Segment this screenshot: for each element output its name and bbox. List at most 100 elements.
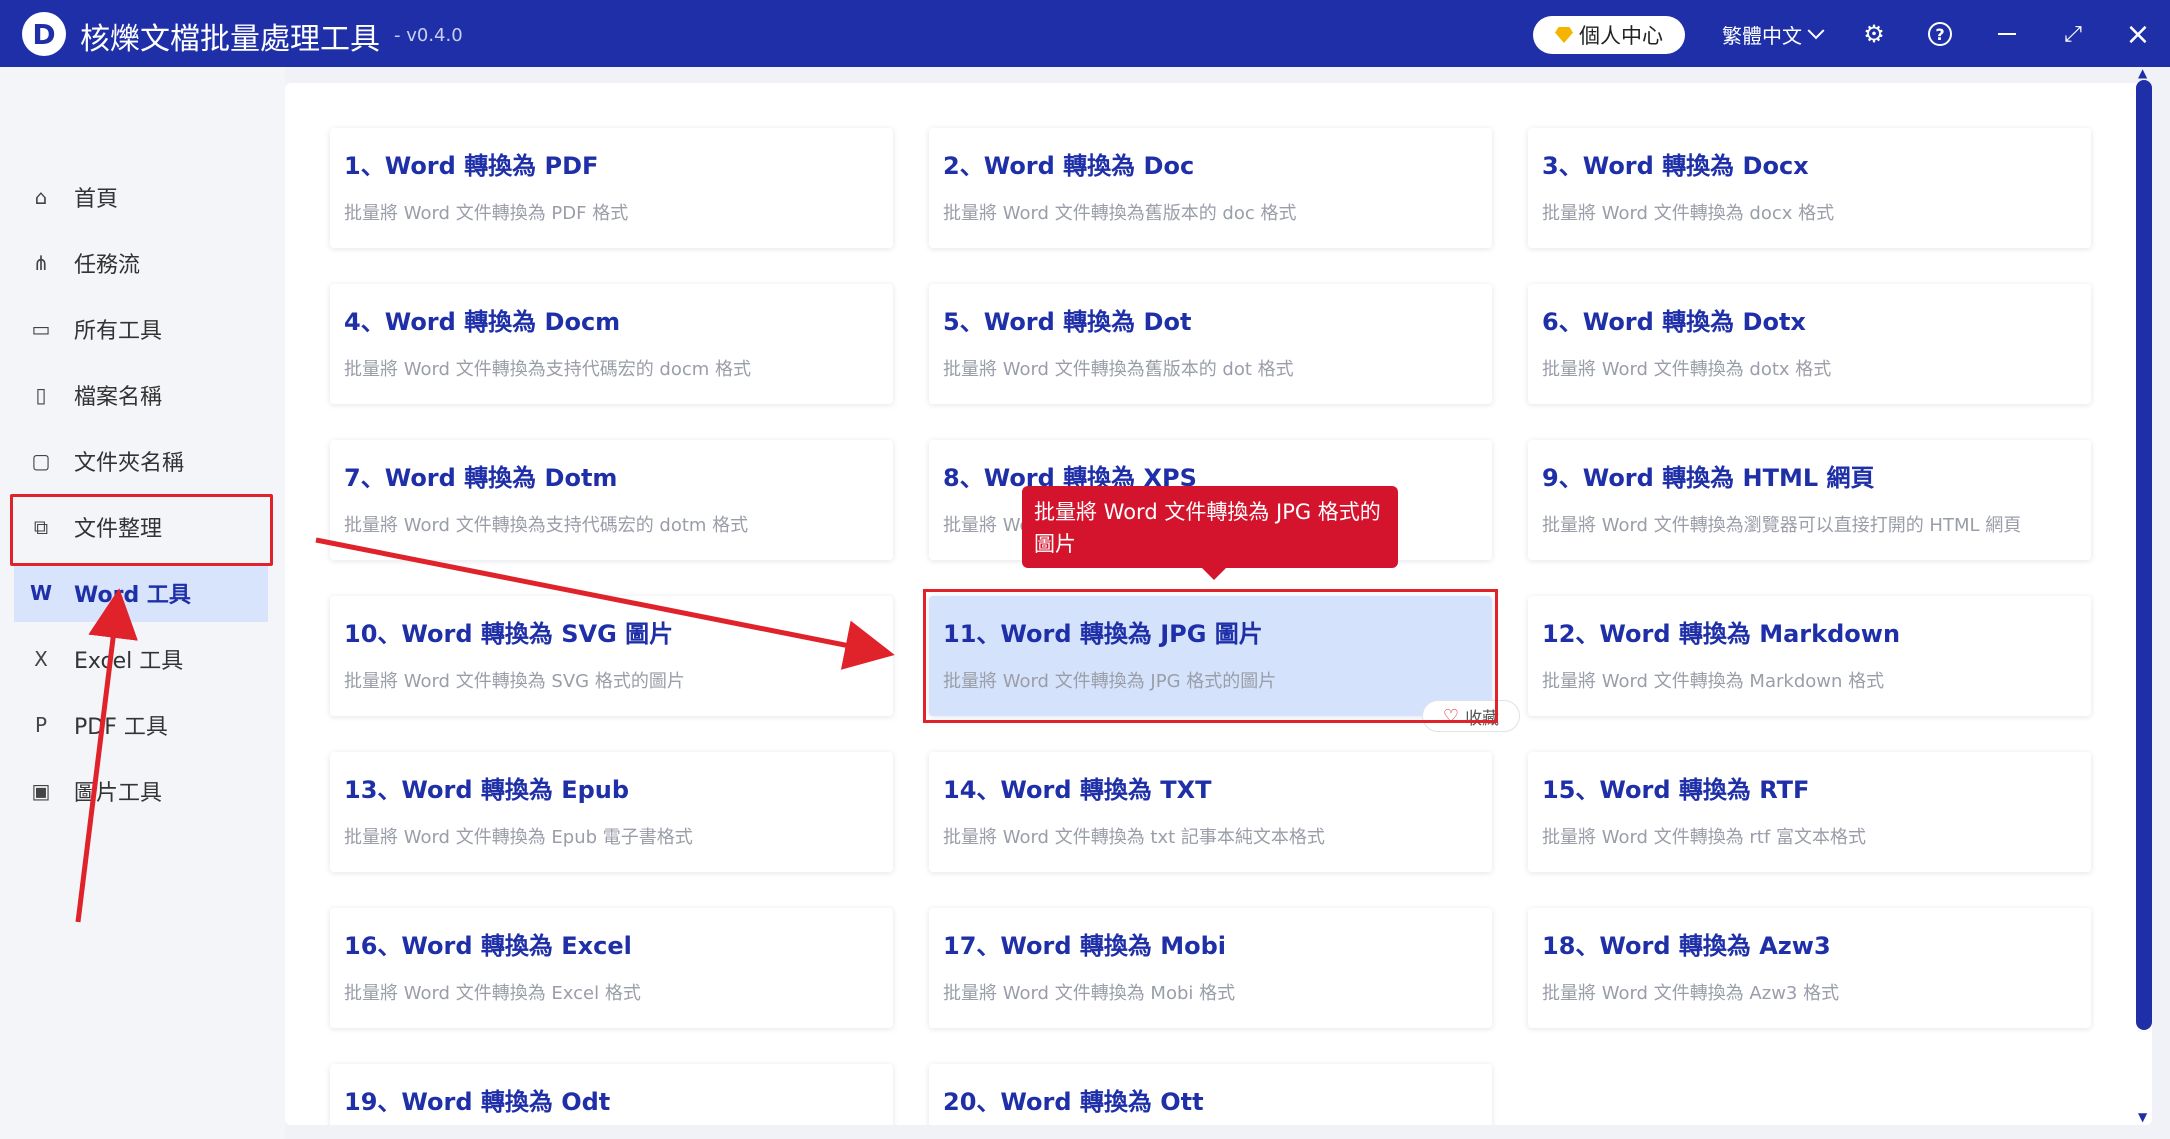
tool-card[interactable]: 2、Word 轉換為 Doc 批量將 Word 文件轉換為舊版本的 doc 格式: [929, 128, 1492, 248]
tool-card[interactable]: 18、Word 轉換為 Azw3 批量將 Word 文件轉換為 Azw3 格式: [1528, 908, 2091, 1028]
title-bar: D 核爍文檔批量處理工具 - v0.4.0 個人中心 繁體中文 ⚙ ? ⤢ ×: [0, 0, 2170, 67]
tool-card[interactable]: 17、Word 轉換為 Mobi 批量將 Word 文件轉換為 Mobi 格式: [929, 908, 1492, 1028]
monitor-icon: ▭: [31, 317, 51, 341]
tool-description: 批量將 Word 文件轉換為舊版本的 dot 格式: [943, 359, 1294, 380]
close-icon[interactable]: ×: [2122, 17, 2154, 52]
tool-card[interactable]: 20、Word 轉換為 Ott: [929, 1064, 1492, 1125]
maximize-icon[interactable]: ⤢: [2057, 18, 2089, 50]
tool-title: 12、Word 轉換為 Markdown: [1542, 620, 1901, 648]
sidebar-item-label: 首頁: [74, 187, 119, 212]
tool-description: 批量將 Word 文件轉換為 Mobi 格式: [943, 983, 1236, 1004]
tool-title: 20、Word 轉換為 Ott: [943, 1088, 1204, 1116]
app-title: 核爍文檔批量處理工具: [80, 22, 380, 57]
tool-description: 批量將 Word 文件轉換為 SVG 格式的圖片: [344, 671, 685, 692]
tool-title: 14、Word 轉換為 TXT: [943, 776, 1212, 804]
tool-title: 17、Word 轉換為 Mobi: [943, 932, 1227, 960]
file-icon: ▯: [35, 383, 47, 407]
app-logo-icon: D: [22, 12, 66, 56]
sidebar-item-label: 文件夾名稱: [74, 451, 185, 476]
sidebar-item-label: 所有工具: [74, 319, 163, 344]
sidebar-item-home[interactable]: ⌂ 首頁: [28, 168, 268, 226]
tool-card[interactable]: 14、Word 轉換為 TXT 批量將 Word 文件轉換為 txt 記事本純文本…: [929, 752, 1492, 872]
tool-title: 9、Word 轉換為 HTML 網頁: [1542, 464, 1875, 492]
tool-title: 15、Word 轉換為 RTF: [1542, 776, 1810, 804]
chevron-down-icon: [1807, 21, 1825, 39]
sidebar-item-label: PDF 工具: [74, 715, 168, 740]
tool-card[interactable]: 3、Word 轉換為 Docx 批量將 Word 文件轉換為 docx 格式: [1528, 128, 2091, 248]
diamond-icon: [1555, 27, 1573, 43]
tool-description: 批量將 Word 文件轉換為 dotx 格式: [1542, 359, 1832, 380]
tool-card[interactable]: 15、Word 轉換為 RTF 批量將 Word 文件轉換為 rtf 富文本格式: [1528, 752, 2091, 872]
tool-card[interactable]: 19、Word 轉換為 Odt: [330, 1064, 893, 1125]
tool-description: 批量將 Word 文件轉換為 docx 格式: [1542, 203, 1835, 224]
tool-title: 5、Word 轉換為 Dot: [943, 308, 1192, 336]
profile-button[interactable]: 個人中心: [1533, 16, 1685, 54]
tool-card[interactable]: 16、Word 轉換為 Excel 批量將 Word 文件轉換為 Excel 格式: [330, 908, 893, 1028]
scroll-up-icon[interactable]: ▲: [2138, 66, 2150, 80]
tool-description: 批量將 Word 文件轉換為 PDF 格式: [344, 203, 629, 224]
tool-description: 批量將 Word 文件轉換為支持代碼宏的 docm 格式: [344, 359, 752, 380]
scroll-down-icon[interactable]: ▼: [2138, 1110, 2150, 1124]
tool-description: 批量將 Word 文件轉換為支持代碼宏的 dotm 格式: [344, 515, 749, 536]
selected-tool-highlight-box: [923, 589, 1498, 723]
minimize-icon[interactable]: [1991, 18, 2023, 50]
tool-description: 批量將 Word 文件轉換為 txt 記事本純文本格式: [943, 827, 1325, 848]
excel-icon: X: [34, 647, 48, 671]
sidebar-item-monitor[interactable]: ▭ 所有工具: [28, 300, 268, 358]
sidebar-item-word[interactable]: W Word 工具: [14, 564, 268, 622]
tool-title: 16、Word 轉換為 Excel: [344, 932, 632, 960]
tool-card[interactable]: 7、Word 轉換為 Dotm 批量將 Word 文件轉換為支持代碼宏的 dotm…: [330, 440, 893, 560]
workflow-icon: ⋔: [32, 251, 50, 275]
tool-card[interactable]: 9、Word 轉換為 HTML 網頁批量將 Word 文件轉換為瀏覽器可以直接打…: [1528, 440, 2091, 560]
tool-title: 13、Word 轉換為 Epub: [344, 776, 630, 804]
tool-title: 3、Word 轉換為 Docx: [1542, 152, 1809, 180]
tool-card[interactable]: 6、Word 轉換為 Dotx 批量將 Word 文件轉換為 dotx 格式: [1528, 284, 2091, 404]
tool-title: 1、Word 轉換為 PDF: [344, 152, 599, 180]
tool-description: 批量將 Word 文件轉換為舊版本的 doc 格式: [943, 203, 1297, 224]
tool-description: 批量將 Word 文件轉換為 Excel 格式: [344, 983, 641, 1004]
tool-card[interactable]: 13、Word 轉換為 Epub 批量將 Word 文件轉換為 Epub 電子書格…: [330, 752, 893, 872]
tool-card[interactable]: 12、Word 轉換為 Markdown 批量將 Word 文件轉換為 Markd…: [1528, 596, 2091, 716]
pdf-icon: P: [34, 713, 48, 737]
folder-icon: ▢: [31, 449, 51, 473]
app-version: - v0.4.0: [394, 25, 463, 46]
sidebar-item-file[interactable]: ▯ 檔案名稱: [28, 366, 268, 424]
tool-title: 10、Word 轉換為 SVG 圖片: [344, 620, 674, 648]
tool-title: 6、Word 轉換為 Dotx: [1542, 308, 1806, 336]
tool-title: 19、Word 轉換為 Odt: [344, 1088, 611, 1116]
sidebar-item-label: 任務流: [74, 253, 141, 278]
tool-card[interactable]: 4、Word 轉換為 Docm 批量將 Word 文件轉換為支持代碼宏的 docm…: [330, 284, 893, 404]
sidebar-item-label: Excel 工具: [74, 649, 184, 674]
profile-label: 個人中心: [1579, 24, 1663, 48]
tool-description: 批量將 Word 文件轉換為 Epub 電子書格式: [344, 827, 693, 848]
tool-grid: 1、Word 轉換為 PDF 批量將 Word 文件轉換為 PDF 格式 2、Wor…: [285, 83, 2152, 1125]
tool-title: 7、Word 轉換為 Dotm: [344, 464, 618, 492]
language-select[interactable]: 繁體中文: [1722, 20, 1825, 49]
sidebar-item-label: 檔案名稱: [74, 385, 163, 410]
home-icon: ⌂: [34, 185, 48, 209]
sidebar-item-workflow[interactable]: ⋔ 任務流: [28, 234, 268, 292]
sidebar-item-label: Word 工具: [74, 583, 191, 608]
sidebar-item-image[interactable]: ▣ 圖片工具: [28, 762, 268, 820]
image-icon: ▣: [31, 779, 51, 803]
tool-title: 4、Word 轉換為 Docm: [344, 308, 621, 336]
sidebar-item-label: 圖片工具: [74, 781, 163, 806]
help-icon[interactable]: ?: [1924, 18, 1956, 50]
tool-card[interactable]: 5、Word 轉換為 Dot 批量將 Word 文件轉換為舊版本的 dot 格式: [929, 284, 1492, 404]
language-label: 繁體中文: [1722, 24, 1802, 48]
tool-card[interactable]: 10、Word 轉換為 SVG 圖片批量將 Word 文件轉換為 SVG 格式的…: [330, 596, 893, 716]
tool-tooltip: 批量將 Word 文件轉換為 JPG 格式的圖片: [1022, 486, 1398, 580]
tool-title: 18、Word 轉換為 Azw3: [1542, 932, 1831, 960]
sidebar-highlight-box: [10, 494, 273, 566]
tool-description: 批量將 Word 文件轉換為瀏覽器可以直接打開的 HTML 網頁: [1542, 515, 2022, 536]
tool-title: 2、Word 轉換為 Doc: [943, 152, 1195, 180]
sidebar: ⌂ 首頁 ⋔ 任務流 ▭ 所有工具 ▯ 檔案名稱 ▢ 文件夾名稱 ⧉ 文件整理 W Word 工具 X Exc…: [0, 67, 285, 1139]
sidebar-item-pdf[interactable]: P PDF 工具: [28, 696, 268, 754]
settings-gear-icon[interactable]: ⚙: [1858, 18, 1890, 50]
tool-card[interactable]: 1、Word 轉換為 PDF 批量將 Word 文件轉換為 PDF 格式: [330, 128, 893, 248]
word-icon: W: [29, 581, 53, 605]
scrollbar[interactable]: [2136, 80, 2152, 1030]
sidebar-item-folder[interactable]: ▢ 文件夾名稱: [28, 432, 268, 490]
sidebar-item-excel[interactable]: X Excel 工具: [28, 630, 268, 688]
tool-description: 批量將 Word 文件轉換為 Azw3 格式: [1542, 983, 1840, 1004]
